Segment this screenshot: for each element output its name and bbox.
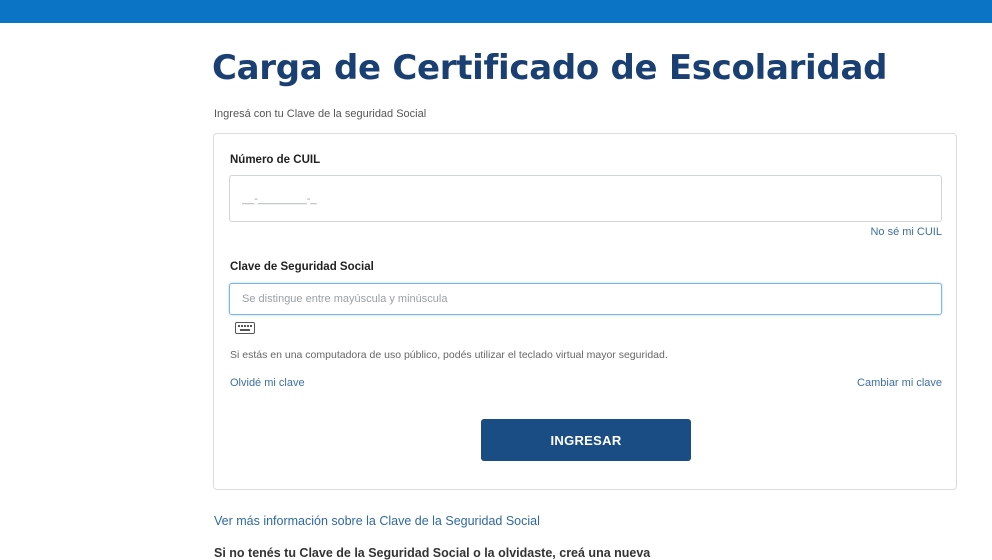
- clave-input[interactable]: [229, 283, 942, 315]
- clave-label: Clave de Seguridad Social: [230, 261, 374, 273]
- login-form-card: Número de CUIL No sé mi CUIL Clave de Se…: [213, 133, 957, 490]
- change-password-link[interactable]: Cambiar mi clave: [857, 377, 942, 389]
- forgot-password-link[interactable]: Olvidé mi clave: [230, 377, 305, 389]
- cuil-label: Número de CUIL: [230, 154, 321, 166]
- cuil-input[interactable]: [229, 175, 942, 222]
- page-subtitle: Ingresá con tu Clave de la seguridad Soc…: [214, 108, 427, 120]
- virtual-keyboard-hint: Si estás en una computadora de uso públi…: [230, 349, 668, 361]
- keyboard-icon[interactable]: [235, 321, 255, 334]
- top-header-bar: [0, 0, 992, 23]
- more-info-link[interactable]: Ver más información sobre la Clave de la…: [214, 514, 540, 528]
- ingresar-button[interactable]: INGRESAR: [481, 419, 691, 461]
- page-title: Carga de Certificado de Escolaridad: [212, 48, 888, 88]
- forgot-cuil-link[interactable]: No sé mi CUIL: [870, 226, 942, 238]
